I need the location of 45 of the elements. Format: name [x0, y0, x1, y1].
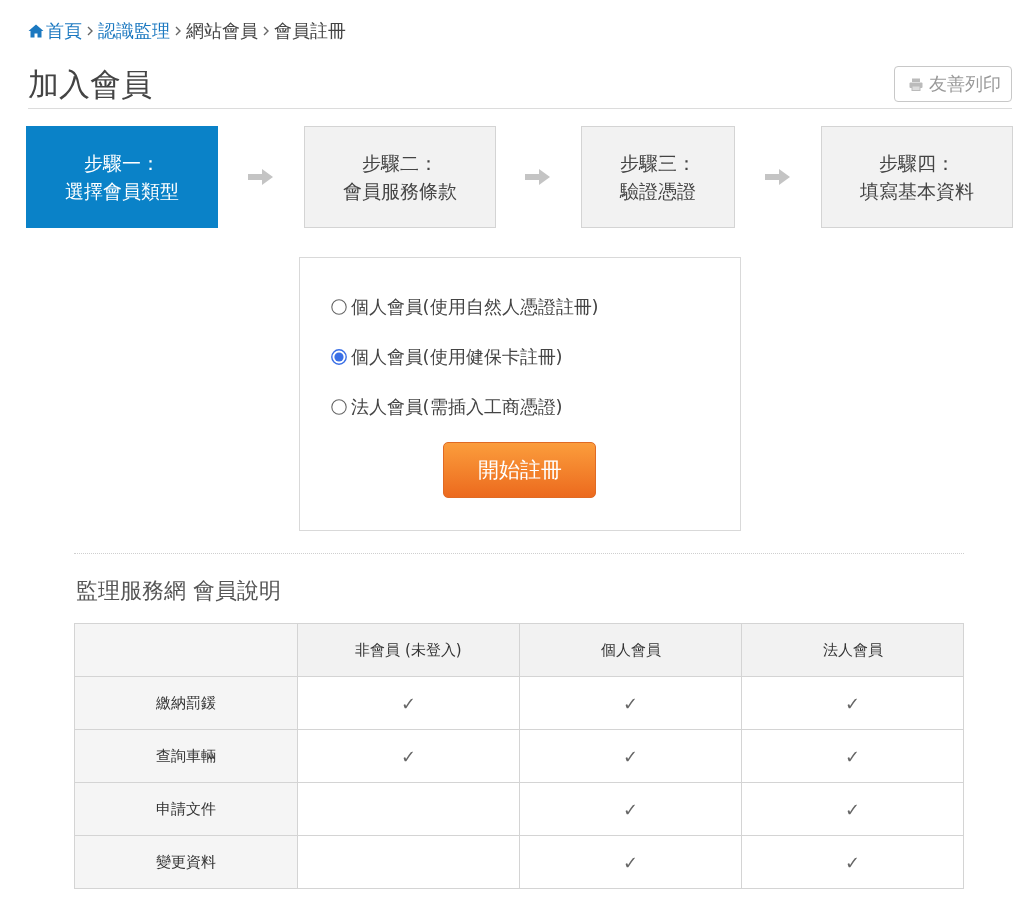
step-number: 步驟一： [84, 151, 160, 176]
breadcrumb-link[interactable]: 首頁 [28, 18, 82, 44]
check-cell: ✓ [741, 782, 964, 836]
column-header: 非會員 (未登入) [297, 623, 520, 677]
check-cell: ✓ [741, 729, 964, 783]
home-icon [28, 24, 44, 38]
check-cell: ✓ [741, 835, 964, 889]
check-cell: ✓ [519, 782, 742, 836]
printer-icon [909, 77, 923, 91]
step-number: 步驟二： [361, 151, 438, 176]
chevron-icon [175, 26, 181, 36]
step-title: 會員服務條款 [342, 179, 457, 204]
row-header: 變更資料 [74, 835, 298, 889]
row-header: 繳納罰鍰 [74, 676, 298, 730]
check-cell: ✓ [297, 729, 520, 783]
step-title: 填寫基本資料 [859, 179, 974, 204]
check-cell: ✓ [519, 729, 742, 783]
chevron-icon [263, 26, 269, 36]
chevron-icon [87, 26, 93, 36]
row-header: 查詢車輛 [74, 729, 298, 783]
arrow-icon [525, 168, 552, 186]
arrow-icon [765, 168, 792, 186]
column-header: 個人會員 [519, 623, 742, 677]
step-title: 選擇會員類型 [65, 179, 179, 204]
check-cell: ✓ [297, 676, 520, 730]
check-cell: ✓ [519, 676, 742, 730]
radio-button[interactable] [330, 399, 347, 415]
breadcrumb-item[interactable]: 網站會員 [186, 18, 258, 44]
step-title: 驗證憑證 [620, 179, 697, 204]
member-type-option[interactable]: 法人會員(需插入工商憑證) [330, 382, 720, 432]
member-type-option[interactable]: 個人會員(使用自然人憑證註冊) [330, 282, 720, 332]
arrow-icon [247, 168, 274, 186]
breadcrumb-item[interactable]: 會員註冊 [274, 18, 346, 44]
radio-button[interactable] [330, 349, 347, 365]
member-type-option[interactable]: 個人會員(使用健保卡註冊) [330, 332, 720, 382]
page-title: 加入會員 [28, 65, 152, 104]
column-header: 法人會員 [741, 623, 964, 677]
check-cell: ✓ [741, 676, 964, 730]
breadcrumb-link[interactable]: 認識監理 [98, 18, 170, 44]
check-cell: ✓ [519, 835, 742, 889]
step-number: 步驟三： [620, 151, 697, 176]
row-header: 申請文件 [74, 782, 298, 836]
section-title: 監理服務網 會員說明 [76, 577, 282, 605]
radio-button[interactable] [330, 299, 347, 315]
step-number: 步驟四： [878, 151, 955, 176]
